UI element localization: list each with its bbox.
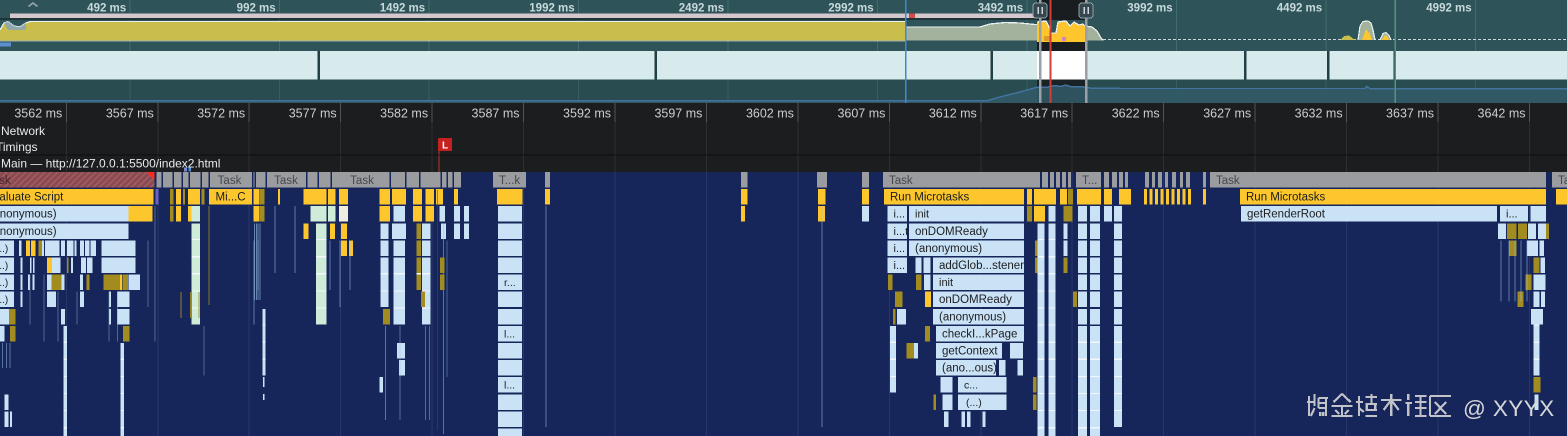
svg-text:Run Microtasks: Run Microtasks xyxy=(890,192,969,204)
svg-text:getRenderRoot: getRenderRoot xyxy=(1247,209,1326,221)
svg-text:2492 ms: 2492 ms xyxy=(679,3,724,15)
svg-text:addGlob...stener: addGlob...stener xyxy=(939,260,1024,272)
svg-text:Task: Task xyxy=(350,175,374,187)
svg-text:(ano...ous): (ano...ous) xyxy=(942,363,997,375)
svg-text:4992 ms: 4992 ms xyxy=(1426,3,1471,15)
svg-text:(anonymous): (anonymous) xyxy=(0,226,57,238)
svg-text:@ XYYX: @ XYYX xyxy=(1463,396,1555,421)
svg-text:3492 ms: 3492 ms xyxy=(978,3,1023,15)
svg-text:3597 ms: 3597 ms xyxy=(654,107,702,121)
svg-text:Task: Task xyxy=(889,175,913,187)
svg-text:Task: Task xyxy=(274,175,298,187)
svg-text:(..): (..) xyxy=(0,278,8,289)
svg-text:i...t: i...t xyxy=(894,226,909,238)
svg-text:(..): (..) xyxy=(0,295,8,306)
svg-text:3607 ms: 3607 ms xyxy=(837,107,885,121)
svg-text:l...: l... xyxy=(504,328,515,340)
svg-text:3637 ms: 3637 ms xyxy=(1386,107,1434,121)
svg-text:3612 ms: 3612 ms xyxy=(929,107,977,121)
svg-text:L: L xyxy=(442,141,448,152)
svg-text:T...k: T...k xyxy=(499,175,520,187)
svg-text:3572 ms: 3572 ms xyxy=(197,107,245,121)
svg-text:3582 ms: 3582 ms xyxy=(380,107,428,121)
svg-text:1492 ms: 1492 ms xyxy=(380,3,425,15)
svg-text:Network: Network xyxy=(1,124,46,138)
svg-text:i...: i... xyxy=(894,243,906,255)
svg-text:Timings: Timings xyxy=(0,140,38,154)
svg-text:3622 ms: 3622 ms xyxy=(1112,107,1160,121)
svg-text:4492 ms: 4492 ms xyxy=(1277,3,1322,15)
svg-text:3617 ms: 3617 ms xyxy=(1020,107,1068,121)
svg-text:(..): (..) xyxy=(0,261,8,272)
svg-text:(anonymous): (anonymous) xyxy=(915,243,982,255)
svg-text:i...: i... xyxy=(1506,209,1518,221)
svg-text:checkI...kPage: checkI...kPage xyxy=(942,328,1017,340)
svg-text:T...: T... xyxy=(1082,175,1097,187)
svg-text:i...: i... xyxy=(894,260,906,272)
svg-text:3627 ms: 3627 ms xyxy=(1203,107,1251,121)
svg-text:getContext: getContext xyxy=(942,346,998,358)
svg-text:onDOMReady: onDOMReady xyxy=(939,294,1012,306)
svg-text:Ta: Ta xyxy=(1558,175,1567,187)
svg-text:3602 ms: 3602 ms xyxy=(746,107,794,121)
svg-text:Task: Task xyxy=(0,175,11,187)
svg-text:(anonymous): (anonymous) xyxy=(0,209,57,221)
svg-text:r...: r... xyxy=(504,277,516,289)
svg-text:3992 ms: 3992 ms xyxy=(1127,3,1172,15)
svg-text:c...: c... xyxy=(964,380,978,392)
svg-text:l...: l... xyxy=(504,380,515,392)
svg-text:(anonymous): (anonymous) xyxy=(939,311,1006,323)
svg-text:3642 ms: 3642 ms xyxy=(1478,107,1526,121)
svg-text:3577 ms: 3577 ms xyxy=(289,107,337,121)
svg-text:Task: Task xyxy=(218,175,242,187)
svg-text:Run Microtasks: Run Microtasks xyxy=(1246,192,1325,204)
svg-text:2992 ms: 2992 ms xyxy=(828,3,873,15)
svg-text:onDOMReady: onDOMReady xyxy=(915,226,988,238)
svg-text:3632 ms: 3632 ms xyxy=(1295,107,1343,121)
svg-text:1992 ms: 1992 ms xyxy=(529,3,574,15)
svg-text:Mi...C: Mi...C xyxy=(215,192,245,204)
svg-text:Evaluate Script: Evaluate Script xyxy=(0,192,64,204)
svg-text:992 ms: 992 ms xyxy=(237,3,276,15)
svg-text:492 ms: 492 ms xyxy=(87,3,126,15)
svg-text:Task: Task xyxy=(1216,175,1240,187)
svg-text:(...): (...) xyxy=(966,397,982,409)
svg-text:i...: i... xyxy=(894,209,906,221)
svg-text:init: init xyxy=(915,209,929,221)
svg-text:3592 ms: 3592 ms xyxy=(563,107,611,121)
svg-text:init: init xyxy=(939,277,953,289)
svg-text:3587 ms: 3587 ms xyxy=(472,107,520,121)
svg-text:3567 ms: 3567 ms xyxy=(106,107,154,121)
svg-text:(..): (..) xyxy=(0,244,8,255)
svg-text:3562 ms: 3562 ms xyxy=(14,107,62,121)
svg-text:Main — http://127.0.0.1:5500/i: Main — http://127.0.0.1:5500/index2.html xyxy=(1,157,220,171)
